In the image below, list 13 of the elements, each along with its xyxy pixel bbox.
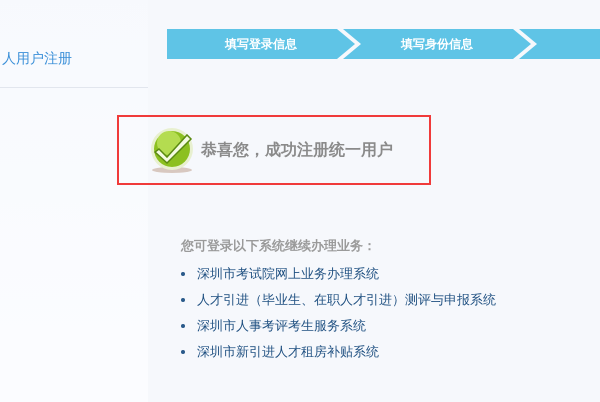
bullet-icon [181,298,185,302]
sidebar-title: 人用户注册 [1,50,73,69]
systems-heading: 您可登录以下系统继续办理业务： [181,238,377,255]
system-link[interactable]: 人才引进（毕业生、在职人才引进）测评与申报系统 [197,291,496,309]
system-link[interactable]: 深圳市人事考评考生服务系统 [197,317,366,335]
progress-step: 填写登录信息 [167,29,355,59]
progress-step: 填写身份信息 [343,29,531,59]
bullet-icon [181,324,185,328]
success-message: 恭喜您，成功注册统一用户 [201,140,393,160]
bullet-icon [181,350,185,354]
system-link[interactable]: 深圳市新引进人才租房补贴系统 [197,343,379,361]
system-link[interactable]: 深圳市考试院网上业务办理系统 [197,265,379,283]
bullet-icon [181,272,185,276]
